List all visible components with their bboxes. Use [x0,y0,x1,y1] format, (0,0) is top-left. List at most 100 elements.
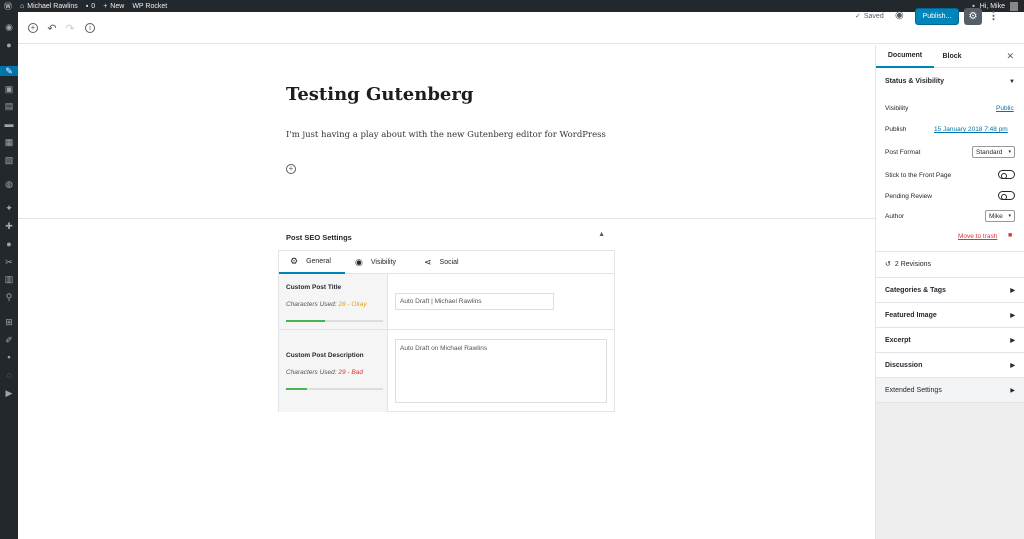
custom-post-title-label: Custom Post Title [286,284,342,291]
seo-icon[interactable]: ⚲ [4,292,14,302]
inline-add-block-icon[interactable]: + [286,164,296,174]
tab-document[interactable]: Document [876,45,934,68]
description-progress-fill [286,388,308,390]
home-icon: ⌂ [20,2,25,10]
jetpack-icon[interactable]: ● [4,40,14,50]
tab-block[interactable]: Block [934,45,970,68]
move-to-trash-link[interactable]: Move to trash [958,233,997,240]
visibility-label: Visibility [885,105,909,112]
pending-review-toggle[interactable] [998,191,1015,200]
preview-eye-icon[interactable]: ◉ [895,10,904,21]
custom-post-description-textarea[interactable]: Auto Draft on Michael Rawlins [395,339,607,403]
avatar[interactable] [1010,1,1018,11]
publish-button[interactable]: Publish... [915,8,959,25]
settings-sidebar: Document Block ✕ Status & Visibility ▼ V… [875,45,1024,539]
chars-status-bad: 29 - Bad [338,369,363,376]
seo-row-title: Custom Post Title Characters Used: 28 - … [279,274,614,330]
chars-prefix: Characters Used: [286,301,339,308]
status-visibility-panel-header[interactable]: Status & Visibility ▼ [876,69,1024,94]
post-title[interactable]: Testing Gutenberg [286,84,473,105]
tab-visibility[interactable]: ◉ Visibility [355,251,415,274]
site-name-link[interactable]: ⌂ Michael Rawlins [20,3,78,10]
redo-icon[interactable]: ↷ [64,22,76,35]
wp-rocket-link[interactable]: WP Rocket [132,3,167,10]
feedback-icon[interactable]: ▦ [4,137,14,147]
site-name-label: Michael Rawlins [27,2,78,10]
tab-general-label: General [306,258,331,265]
settings-icon[interactable]: ▥ [4,274,14,284]
select-caret-icon: ▾ [1008,213,1011,219]
settings-gear-icon[interactable]: ⚙ [964,8,982,25]
info-icon[interactable]: i [84,22,96,34]
plugins-icon[interactable]: ✚ [4,221,14,231]
custom-post-title-input[interactable]: Auto Draft | Michael Rawlins [395,293,554,310]
appearance-icon[interactable]: ✦ [4,203,14,213]
post-format-select[interactable]: Standard ▾ [972,146,1015,158]
close-icon[interactable]: ✕ [1006,51,1014,62]
sidebar-tabs: Document Block ✕ [876,45,1024,68]
eye-icon: ◉ [355,257,363,267]
more-options-icon[interactable]: ⋮ [988,9,999,22]
collapse-arrow-icon[interactable]: ▲ [598,231,605,238]
dashboard-icon[interactable]: ◉ [4,22,14,32]
woocommerce-icon[interactable]: ◍ [4,179,14,189]
title-progress-bar [286,320,383,322]
gear-icon: ⚙ [290,256,299,266]
tab-general[interactable]: ⚙ General [279,251,345,274]
discussion-panel-header[interactable]: Discussion ▶ [876,353,1024,378]
panel-divider [876,251,1024,252]
camera-icon[interactable]: ▪ [4,352,14,362]
comments-link[interactable]: ▪ 0 [86,3,95,10]
layouts-icon[interactable]: ⊞ [4,317,14,327]
panel-label: Discussion [885,361,923,369]
excerpt-panel-header[interactable]: Excerpt ▶ [876,328,1024,353]
pages-icon[interactable]: ▤ [4,101,14,111]
caret-right-icon: ▶ [1010,287,1015,294]
add-block-icon[interactable]: + [27,22,39,34]
editor-icon[interactable]: ✐ [4,335,14,345]
caret-right-icon: ▶ [1010,337,1015,344]
visibility-value-link[interactable]: Public [996,105,1014,112]
paragraph-block[interactable]: I'm just having a play about with the ne… [286,130,606,140]
play-icon[interactable]: ▶ [4,388,14,398]
admin-bar: Ⓦ ⌂ Michael Rawlins ▪ 0 + New WP Rocket … [0,0,1024,12]
seo-metabox-title[interactable]: Post SEO Settings [286,233,352,242]
sidebar-empty-area [876,403,1024,539]
custom-post-description-label: Custom Post Description [286,352,364,359]
panel-label: Featured Image [885,311,937,319]
pending-review-label: Pending Review [885,193,932,200]
tab-social[interactable]: ⋖ Social [424,251,474,274]
shield-icon[interactable]: ◌ [4,370,14,380]
author-label: Author [885,213,905,220]
caret-right-icon: ▶ [1010,362,1015,369]
categories-tags-panel-header[interactable]: Categories & Tags ▶ [876,278,1024,303]
seo-tabs: ⚙ General ◉ Visibility ⋖ Social [278,250,615,274]
revisions-link[interactable]: ↺ 2 Revisions [885,260,931,269]
tools-icon[interactable]: ✂ [4,257,14,267]
media-icon[interactable]: ▣ [4,84,14,94]
author-select[interactable]: Mike ▾ [985,210,1015,222]
extended-settings-panel-header[interactable]: Extended Settings ▶ [876,378,1024,403]
undo-icon[interactable]: ↶ [46,22,58,35]
comments-count: 0 [91,2,96,10]
history-icon: ↺ [885,261,891,268]
sticky-toggle[interactable] [998,170,1015,179]
seo-row-description: Custom Post Description Characters Used:… [279,330,614,412]
chars-status-okay: 28 - Okay [338,301,367,308]
seo-body: Custom Post Title Characters Used: 28 - … [278,274,615,412]
forms-icon[interactable]: ▧ [4,155,14,165]
comments-icon[interactable]: ▬ [4,119,14,129]
post-format-label: Post Format [885,149,921,156]
wordpress-logo-icon[interactable]: Ⓦ [4,1,12,12]
trash-icon[interactable]: ■ [1008,232,1012,239]
status-visibility-title: Status & Visibility [885,78,944,85]
publish-date-link[interactable]: 15 January 2018 7:48 pm [934,126,1008,133]
featured-image-panel-header[interactable]: Featured Image ▶ [876,303,1024,328]
new-content-link[interactable]: + New [103,3,124,10]
author-value: Mike [989,212,1003,220]
post-format-value: Standard [976,148,1003,156]
select-caret-icon: ▾ [1008,149,1011,155]
posts-icon[interactable]: ✎ [0,66,18,76]
users-icon[interactable]: ● [4,239,14,249]
seo-label-column: Custom Post Description Characters Used:… [279,330,388,412]
